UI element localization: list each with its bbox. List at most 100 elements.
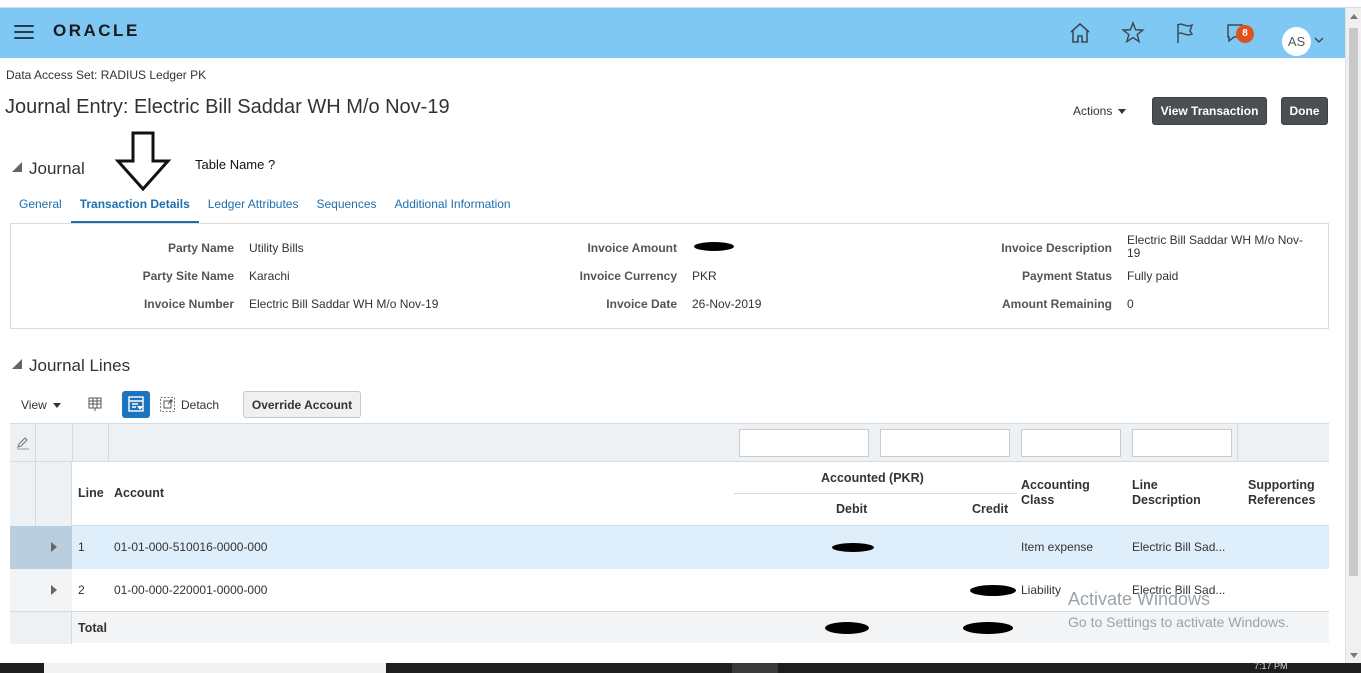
watchlist-flag-icon[interactable] bbox=[1172, 20, 1198, 46]
party-name-label: Party Name bbox=[167, 241, 234, 255]
row-header-gutter bbox=[10, 462, 72, 526]
collapse-triangle-icon[interactable] bbox=[12, 162, 22, 172]
activate-windows-subtitle: Go to Settings to activate Windows. bbox=[1068, 614, 1289, 630]
table-row[interactable]: 1 01-01-000-510016-0000-000 Item expense… bbox=[10, 526, 1329, 569]
caret-down-icon bbox=[52, 403, 61, 409]
tab-additional-information[interactable]: Additional Information bbox=[386, 192, 520, 224]
actions-label: Actions bbox=[1073, 104, 1113, 118]
total-label: Total bbox=[78, 621, 107, 635]
accounting-class-filter-input[interactable] bbox=[1021, 429, 1121, 457]
supporting-references-header-line2: References bbox=[1248, 493, 1316, 507]
detach-button[interactable]: Detach bbox=[181, 398, 219, 412]
page-title: Journal Entry: Electric Bill Saddar WH M… bbox=[5, 96, 450, 118]
home-icon[interactable] bbox=[1067, 20, 1093, 46]
accounting-class-column-header[interactable]: Accounting Class bbox=[1021, 478, 1090, 508]
invoice-number-value: Electric Bill Saddar WH M/o Nov-19 bbox=[249, 297, 439, 311]
column-divider bbox=[1237, 424, 1238, 463]
journal-section-header[interactable]: Journal bbox=[12, 159, 85, 179]
journal-lines-table: Line Account Accounted (PKR) Debit Credi… bbox=[10, 423, 1329, 644]
favorites-star-icon[interactable] bbox=[1120, 20, 1146, 46]
tab-ledger-attributes[interactable]: Ledger Attributes bbox=[199, 192, 308, 224]
line-number: 1 bbox=[78, 540, 85, 554]
line-description-column-header[interactable]: Line Description bbox=[1132, 478, 1201, 508]
row-header-gutter bbox=[10, 612, 72, 644]
chevron-down-icon[interactable] bbox=[1314, 37, 1324, 44]
taskbar-search[interactable] bbox=[44, 663, 386, 673]
account-value[interactable]: 01-00-000-220001-0000-000 bbox=[114, 569, 267, 612]
credit-filter-input[interactable] bbox=[880, 429, 1010, 457]
row-selector[interactable] bbox=[10, 569, 72, 611]
taskbar-app[interactable] bbox=[732, 663, 778, 673]
credit-column-header[interactable]: Credit bbox=[972, 502, 1008, 516]
oracle-logo[interactable]: ORACLE bbox=[53, 21, 140, 41]
invoice-description-line2: 19 bbox=[1127, 246, 1141, 260]
journal-heading: Journal bbox=[29, 159, 85, 178]
line-number: 2 bbox=[78, 583, 85, 597]
redacted-credit bbox=[970, 585, 1016, 596]
line-column-header[interactable]: Line bbox=[78, 486, 104, 500]
edit-pencil-icon[interactable] bbox=[16, 436, 30, 450]
caret-down-icon bbox=[1118, 109, 1127, 115]
line-description-value: Electric Bill Sad... bbox=[1132, 540, 1226, 554]
debit-column-header[interactable]: Debit bbox=[836, 502, 867, 516]
journal-tabs: General Transaction Details Ledger Attri… bbox=[10, 192, 520, 224]
query-by-example-button[interactable] bbox=[122, 391, 150, 418]
debit-filter-input[interactable] bbox=[739, 429, 869, 457]
filter-row bbox=[10, 423, 1329, 463]
row-selector[interactable] bbox=[10, 526, 72, 569]
redacted-invoice-amount bbox=[694, 242, 734, 251]
format-table-icon[interactable] bbox=[87, 396, 103, 412]
transaction-details-panel: Party Name Utility Bills Party Site Name… bbox=[10, 223, 1329, 329]
line-description-header-line1: Line bbox=[1132, 478, 1158, 492]
supporting-references-header-line1: Supporting bbox=[1248, 478, 1315, 492]
os-taskbar: 7:17 PM bbox=[0, 661, 1361, 673]
accounting-class-value: Liability bbox=[1021, 583, 1062, 597]
vertical-scrollbar[interactable] bbox=[1345, 8, 1361, 663]
taskbar-clock: 7:17 PM bbox=[1254, 661, 1288, 671]
line-description-filter-input[interactable] bbox=[1132, 429, 1232, 457]
done-button[interactable]: Done bbox=[1281, 97, 1328, 125]
payment-status-value: Fully paid bbox=[1127, 269, 1179, 283]
account-value[interactable]: 01-01-000-510016-0000-000 bbox=[114, 526, 267, 569]
scroll-down-icon[interactable] bbox=[1350, 653, 1358, 658]
group-header-divider bbox=[734, 493, 1017, 494]
journal-lines-section-header[interactable]: Journal Lines bbox=[12, 356, 130, 376]
collapse-triangle-icon[interactable] bbox=[12, 359, 22, 369]
supporting-references-column-header[interactable]: Supporting References bbox=[1248, 478, 1315, 508]
expand-row-icon[interactable] bbox=[51, 542, 57, 552]
activate-windows-title: Activate Windows bbox=[1068, 589, 1211, 609]
redacted-total-credit bbox=[963, 622, 1013, 634]
invoice-description-line1: Electric Bill Saddar WH M/o Nov- bbox=[1127, 233, 1304, 247]
menu-icon[interactable] bbox=[14, 25, 34, 41]
invoice-date-label: Invoice Date bbox=[606, 297, 677, 311]
invoice-description-value: Electric Bill Saddar WH M/o Nov- 19 bbox=[1127, 234, 1303, 260]
view-menu-label: View bbox=[21, 398, 47, 412]
filter-icon bbox=[128, 396, 144, 412]
payment-status-label: Payment Status bbox=[1021, 269, 1112, 283]
invoice-currency-value: PKR bbox=[692, 269, 717, 283]
tab-sequences[interactable]: Sequences bbox=[307, 192, 385, 224]
view-transaction-button[interactable]: View Transaction bbox=[1152, 97, 1267, 125]
column-divider bbox=[35, 424, 36, 463]
journal-lines-heading: Journal Lines bbox=[29, 356, 131, 375]
tab-transaction-details[interactable]: Transaction Details bbox=[70, 192, 199, 224]
detach-icon[interactable] bbox=[159, 396, 176, 413]
view-menu[interactable]: View bbox=[21, 398, 61, 412]
annotation-down-arrow-icon bbox=[114, 131, 172, 192]
user-avatar[interactable]: AS bbox=[1282, 27, 1311, 56]
scrollbar-thumb[interactable] bbox=[1349, 28, 1358, 576]
tab-general[interactable]: General bbox=[10, 192, 71, 224]
invoice-number-label: Invoice Number bbox=[143, 297, 234, 311]
party-site-label: Party Site Name bbox=[142, 269, 234, 283]
invoice-amount-label: Invoice Amount bbox=[587, 241, 677, 255]
accounted-pkr-header: Accounted (PKR) bbox=[821, 471, 924, 485]
actions-menu[interactable]: Actions bbox=[1073, 104, 1127, 118]
expand-row-icon[interactable] bbox=[51, 585, 57, 595]
invoice-description-label: Invoice Description bbox=[1001, 241, 1112, 255]
scroll-up-icon[interactable] bbox=[1350, 14, 1358, 19]
override-account-button[interactable]: Override Account bbox=[243, 391, 361, 418]
column-divider bbox=[108, 424, 109, 463]
redacted-debit bbox=[832, 543, 874, 552]
column-divider bbox=[72, 424, 73, 463]
account-column-header[interactable]: Account bbox=[114, 486, 164, 500]
